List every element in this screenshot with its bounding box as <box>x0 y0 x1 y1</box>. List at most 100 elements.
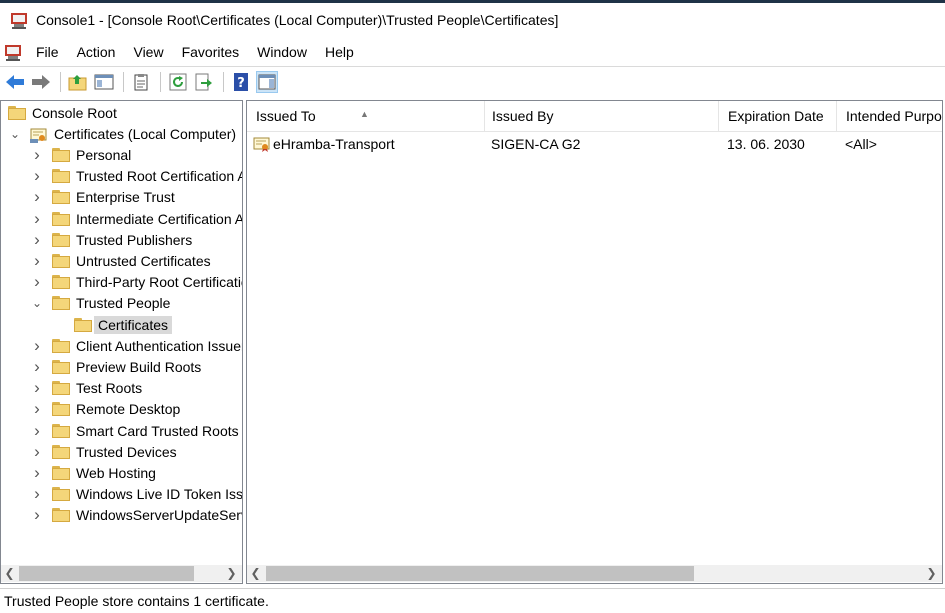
menu-help[interactable]: Help <box>316 40 363 64</box>
menu-action[interactable]: Action <box>68 40 125 64</box>
tree-item-console-root[interactable]: Console Root <box>8 102 117 123</box>
tree-item-client-authentication-issuers[interactable]: › Client Authentication Issuers <box>34 335 242 356</box>
folder-icon <box>52 169 70 184</box>
tree-item-certificates-local-computer[interactable]: ⌄ Certificates (Local Computer) <box>10 123 236 144</box>
column-label: Intended Purposes <box>846 108 942 124</box>
export-list-icon[interactable] <box>193 71 215 93</box>
tree-item-label: Third-Party Root Certification Authoriti… <box>76 274 242 291</box>
column-issued-to[interactable]: ▲ Issued To <box>247 101 485 132</box>
scrollbar-thumb[interactable] <box>19 566 194 581</box>
tree-horizontal-scrollbar[interactable]: ❮ ❯ <box>1 565 242 582</box>
menu-window[interactable]: Window <box>248 40 316 64</box>
tree-item-label: Trusted Root Certification Authorities <box>76 168 242 185</box>
tree-item-remote-desktop[interactable]: › Remote Desktop <box>34 399 180 420</box>
tree-item-label: Enterprise Trust <box>76 189 175 206</box>
refresh-icon[interactable] <box>167 71 189 93</box>
scroll-left-arrow-icon[interactable]: ❮ <box>1 565 18 582</box>
folder-icon <box>52 444 70 459</box>
chevron-down-icon[interactable]: ⌄ <box>30 293 44 314</box>
chevron-right-icon[interactable]: › <box>30 378 44 399</box>
folder-icon <box>52 508 70 523</box>
results-pane[interactable]: ▲ Issued To Issued By Expiration Date In… <box>246 100 943 584</box>
chevron-right-icon[interactable]: › <box>30 399 44 420</box>
tree-item-web-hosting[interactable]: › Web Hosting <box>34 462 156 483</box>
chevron-right-icon[interactable]: › <box>30 229 44 250</box>
tree-item-trusted-people-certificates[interactable]: Certificates <box>74 314 173 335</box>
scroll-right-arrow-icon[interactable]: ❯ <box>223 565 240 582</box>
tree-item-label: Trusted People <box>76 295 171 312</box>
back-arrow-icon[interactable] <box>4 71 26 93</box>
system-menu-icon[interactable] <box>4 43 22 61</box>
tree-item-trusted-people[interactable]: ⌄ Trusted People <box>32 293 171 314</box>
tree-item-windows-live-id-token-issuer[interactable]: ›Windows Live ID Token Issuer <box>34 484 242 505</box>
tree-item-label: Untrusted Certificates <box>76 252 211 269</box>
chevron-right-icon[interactable]: › <box>30 505 44 526</box>
chevron-right-icon[interactable]: › <box>30 144 44 165</box>
column-expiration-date[interactable]: Expiration Date <box>719 101 837 132</box>
column-issued-by[interactable]: Issued By <box>483 101 719 132</box>
column-label: Expiration Date <box>728 108 824 124</box>
tree-item-intermediate-certification-authorities[interactable]: ›Intermediate Certification Authorities <box>34 208 242 229</box>
folder-icon <box>52 275 70 290</box>
chevron-right-icon[interactable]: › <box>30 335 44 356</box>
chevron-right-icon[interactable]: › <box>30 484 44 505</box>
folder-icon <box>52 359 70 374</box>
list-horizontal-scrollbar[interactable]: ❮ ❯ <box>247 565 942 582</box>
toolbar-separator <box>123 71 124 92</box>
chevron-right-icon[interactable]: › <box>30 420 44 441</box>
folder-icon <box>8 105 26 120</box>
menu-bar: File Action View Favorites Window Help <box>0 38 945 65</box>
folder-icon <box>52 232 70 247</box>
show-action-pane-icon[interactable] <box>256 70 278 93</box>
tree-item-untrusted-certificates[interactable]: › Untrusted Certificates <box>34 250 211 271</box>
chevron-right-icon[interactable]: › <box>30 166 44 187</box>
chevron-right-icon[interactable]: › <box>30 462 44 483</box>
folder-icon <box>52 190 70 205</box>
chevron-right-icon[interactable]: › <box>30 250 44 271</box>
tree-item-label: Trusted Devices <box>76 443 177 460</box>
sort-ascending-icon: ▲ <box>360 109 369 119</box>
column-intended-purposes[interactable]: Intended Purposes <box>837 101 942 132</box>
expiration-date-value: 13. 06. 2030 <box>727 136 805 152</box>
chevron-right-icon[interactable]: › <box>30 208 44 229</box>
certificate-issued-to[interactable]: eHramba-Transport <box>253 133 395 155</box>
chevron-right-icon[interactable]: › <box>30 356 44 377</box>
up-folder-icon[interactable] <box>67 71 89 93</box>
folder-icon <box>52 465 70 480</box>
chevron-right-icon[interactable]: › <box>30 272 44 293</box>
tree-item-third-party-root-certification-authorities[interactable]: ›Third-Party Root Certification Authorit… <box>34 272 242 293</box>
tree-item-smart-card-trusted-roots[interactable]: › Smart Card Trusted Roots <box>34 420 238 441</box>
toolbar: ? <box>0 66 945 96</box>
scroll-right-arrow-icon[interactable]: ❯ <box>923 565 940 582</box>
tree-item-label: Preview Build Roots <box>76 358 202 375</box>
menu-favorites[interactable]: Favorites <box>173 40 249 64</box>
help-icon[interactable]: ? <box>230 71 252 93</box>
menu-file[interactable]: File <box>27 40 68 64</box>
column-header: ▲ Issued To Issued By Expiration Date In… <box>247 101 942 132</box>
tree-item-label: Console Root <box>32 104 117 121</box>
tree-item-preview-build-roots[interactable]: › Preview Build Roots <box>34 356 202 377</box>
toolbar-separator <box>160 71 161 92</box>
folder-icon <box>52 423 70 438</box>
chevron-down-icon[interactable]: ⌄ <box>8 123 22 144</box>
column-label: Issued To <box>256 108 316 124</box>
intended-purposes-value: <All> <box>845 136 877 152</box>
tree-item-enterprise-trust[interactable]: › Enterprise Trust <box>34 187 175 208</box>
console-tree-pane[interactable]: Console Root ⌄ Certificates (Local Compute… <box>0 100 243 584</box>
menu-view[interactable]: View <box>124 40 172 64</box>
folder-icon <box>74 317 92 332</box>
tree-item-trusted-root-certification-authorities[interactable]: ›Trusted Root Certification Authorities <box>34 166 242 187</box>
tree-item-trusted-publishers[interactable]: › Trusted Publishers <box>34 229 193 250</box>
show-hide-console-tree-icon[interactable] <box>93 71 115 93</box>
tree-item-label: Trusted Publishers <box>76 231 193 248</box>
properties-icon[interactable] <box>130 71 152 93</box>
chevron-right-icon[interactable]: › <box>30 187 44 208</box>
forward-arrow-icon[interactable] <box>30 71 52 93</box>
chevron-right-icon[interactable]: › <box>30 441 44 462</box>
scrollbar-thumb[interactable] <box>266 566 694 581</box>
scroll-left-arrow-icon[interactable]: ❮ <box>247 565 264 582</box>
tree-item-windowsserverupdateservices[interactable]: ›WindowsServerUpdateServices <box>34 505 242 526</box>
tree-item-test-roots[interactable]: › Test Roots <box>34 378 142 399</box>
tree-item-trusted-devices[interactable]: › Trusted Devices <box>34 441 177 462</box>
tree-item-personal[interactable]: › Personal <box>34 144 131 165</box>
